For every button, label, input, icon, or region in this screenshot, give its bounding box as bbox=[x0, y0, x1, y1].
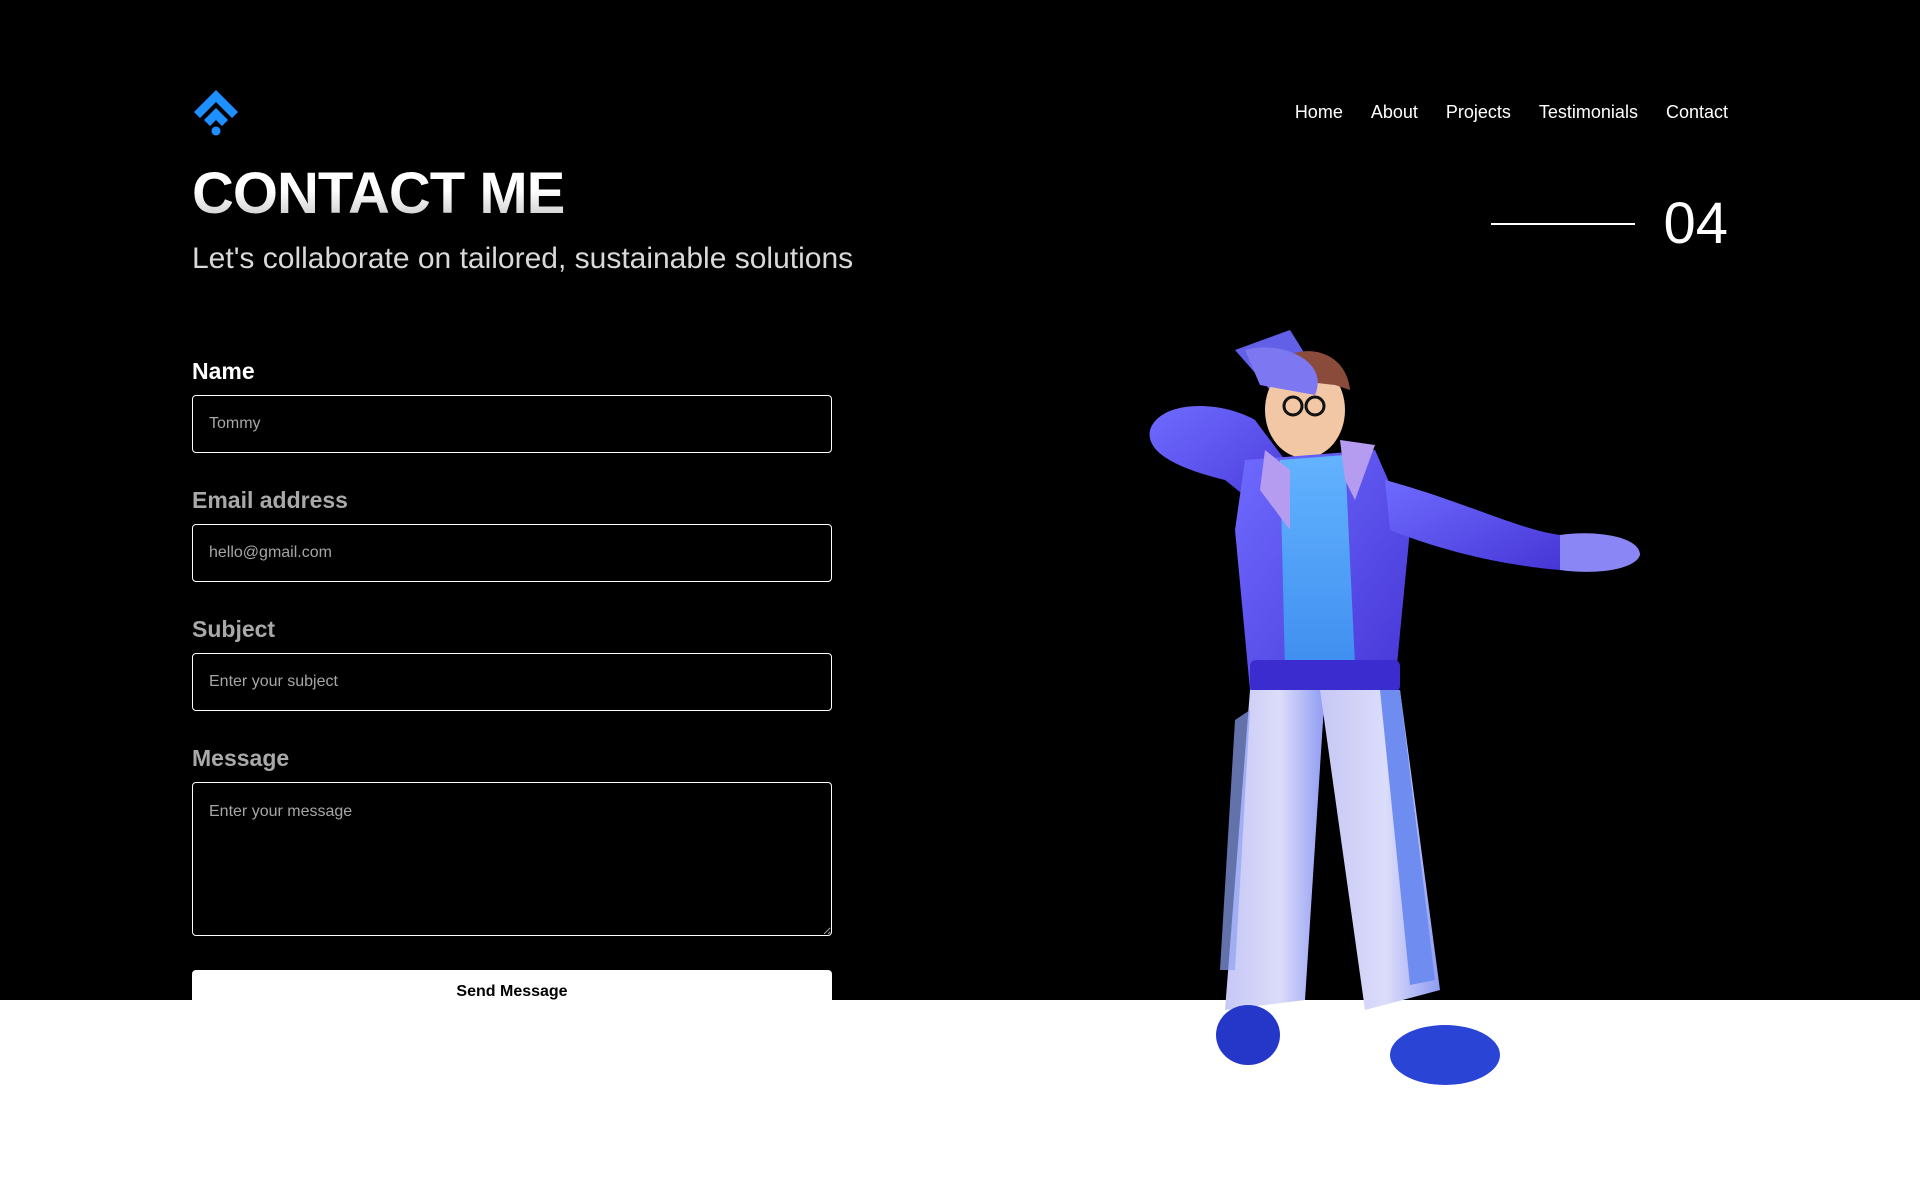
message-textarea[interactable] bbox=[192, 782, 832, 936]
clipped-heading-fragment: ···· bbox=[1771, 0, 1878, 27]
nav-home[interactable]: Home bbox=[1295, 102, 1343, 123]
contact-form: Name Email address Subject Message Send … bbox=[192, 358, 832, 1000]
nav-projects[interactable]: Projects bbox=[1446, 102, 1511, 123]
nav-about[interactable]: About bbox=[1371, 102, 1418, 123]
email-group: Email address bbox=[192, 487, 832, 582]
subject-input[interactable] bbox=[192, 653, 832, 711]
message-group: Message bbox=[192, 745, 832, 936]
email-input[interactable] bbox=[192, 524, 832, 582]
section-divider-line bbox=[1491, 222, 1636, 225]
logo-icon[interactable] bbox=[192, 88, 240, 136]
nav-contact[interactable]: Contact bbox=[1666, 102, 1728, 123]
send-message-button[interactable]: Send Message bbox=[192, 970, 832, 1000]
subject-group: Subject bbox=[192, 616, 832, 711]
page-title: CONTACT ME bbox=[192, 161, 565, 226]
message-label: Message bbox=[192, 745, 290, 771]
subject-label: Subject bbox=[192, 616, 276, 642]
avatar-illustration bbox=[1149, 330, 1640, 1085]
nav-testimonials[interactable]: Testimonials bbox=[1539, 102, 1638, 123]
section-indicator: 04 bbox=[1491, 190, 1728, 257]
name-input[interactable] bbox=[192, 395, 832, 453]
section-number: 04 bbox=[1663, 191, 1728, 256]
name-group: Name bbox=[192, 358, 832, 453]
name-label: Name bbox=[192, 358, 255, 384]
main-nav: Home About Projects Testimonials Contact bbox=[1295, 102, 1728, 123]
email-label: Email address bbox=[192, 487, 348, 513]
page-subtitle: Let's collaborate on tailored, sustainab… bbox=[192, 242, 854, 275]
